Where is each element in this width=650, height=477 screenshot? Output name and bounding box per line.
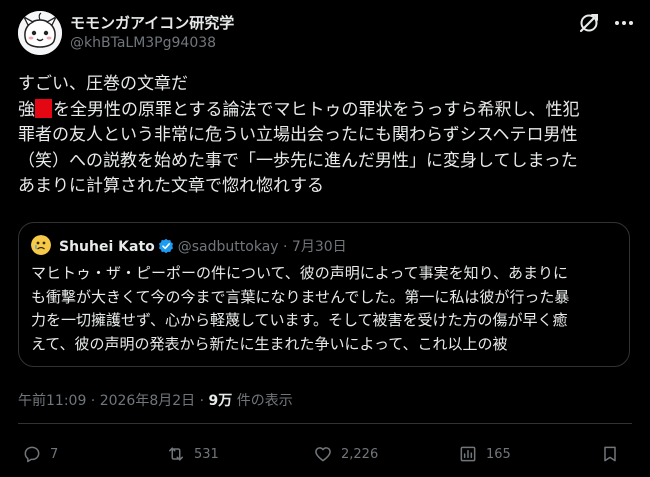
tweet: モモンガアイコン研究学 @khBTaLM3Pg94038 すごい、圧巻の文章だ … xyxy=(0,0,650,477)
views-icon xyxy=(460,446,476,462)
redaction-mark xyxy=(35,98,52,118)
quoted-date[interactable]: 7月30日 xyxy=(292,239,347,255)
views-count: 9万 xyxy=(208,393,233,409)
tweet-text: すごい、圧巻の文章だ 強を全男性の原罪とする論法でマヒトゥの罪状をうっすら希釈し… xyxy=(18,72,638,200)
reply-count: 7 xyxy=(50,446,59,462)
quoted-tweet[interactable]: Shuhei Kato @sadbuttokay · 7月30日 マヒトゥ・ザ・ピ… xyxy=(18,222,630,367)
views-stat-count: 165 xyxy=(486,446,511,462)
timestamp-date[interactable]: 午前11:09 · 2026年8月2日 · xyxy=(18,393,209,409)
quoted-header: Shuhei Kato @sadbuttokay · 7月30日 xyxy=(59,236,347,256)
repost-icon xyxy=(169,447,183,461)
author-handle[interactable]: @khBTaLM3Pg94038 xyxy=(70,35,216,51)
action-bar: 7 531 2,226 165 xyxy=(0,440,650,470)
author-display-name[interactable]: モモンガアイコン研究学 xyxy=(70,12,234,33)
tweet-timestamp: 午前11:09 · 2026年8月2日 · 9万 件の表示 xyxy=(18,390,293,410)
tweet-line-3: 罪者の友人という非常に危うい立場出会ったにも関わらずシスヘテロ男性 xyxy=(18,125,578,145)
bookmark-button[interactable] xyxy=(600,440,620,468)
views-label: 件の表示 xyxy=(232,393,293,409)
quoted-line-4: えて、彼の声明の発表から新たに生まれた争いによって、これ以上の被 xyxy=(31,334,508,353)
grok-icon[interactable] xyxy=(578,12,600,34)
reply-icon xyxy=(24,446,40,463)
reply-button[interactable]: 7 xyxy=(22,440,58,468)
quoted-author-handle[interactable]: @sadbuttokay xyxy=(178,239,279,255)
quoted-line-3: 力を一切擁護せず、心から軽蔑しています。そして被害を受けた方の傷が早く癒 xyxy=(31,311,568,329)
tweet-line-2-prefix: 強 xyxy=(18,99,35,120)
quoted-author-name[interactable]: Shuhei Kato xyxy=(59,239,155,255)
repost-button[interactable]: 531 xyxy=(166,440,219,468)
tweet-line-4: （笑）への説教を始めた事で「一歩先に進んだ男性」に変身してしまった xyxy=(18,150,578,171)
tweet-line-1: すごい、圧巻の文章だ xyxy=(18,74,188,94)
quoted-line-1: マヒトゥ・ザ・ピーポーの件について、彼の声明によって事実を知り、あまりに xyxy=(31,264,569,282)
bookmark-icon xyxy=(604,446,616,462)
repost-count: 531 xyxy=(194,446,219,462)
like-count: 2,226 xyxy=(341,446,379,462)
like-icon xyxy=(315,447,331,462)
verified-badge-icon xyxy=(158,238,174,254)
views-button[interactable]: 165 xyxy=(458,440,511,468)
quoted-line-2: も衝撃が大きくて今の今まで言葉になりませんでした。第一に私は彼が行った暴 xyxy=(31,287,570,306)
author-avatar[interactable] xyxy=(18,11,62,55)
quoted-author-avatar[interactable] xyxy=(31,235,51,255)
tweet-line-2-text: を全男性の原罪とする論法でマヒトゥの罪状をうっすら希釈し、性犯 xyxy=(53,99,580,120)
like-button[interactable]: 2,226 xyxy=(313,440,378,468)
quoted-text: マヒトゥ・ザ・ピーポーの件について、彼の声明によって事実を知り、あまりに も衝撃… xyxy=(31,262,621,356)
divider xyxy=(18,423,632,424)
tweet-line-5: あまりに計算された文章で惚れ惚れする xyxy=(18,176,324,196)
more-icon[interactable] xyxy=(612,14,636,32)
tweet-line-2: 強を全男性の原罪とする論法でマヒトゥの罪状をうっすら希釈し、性犯 xyxy=(18,98,638,124)
